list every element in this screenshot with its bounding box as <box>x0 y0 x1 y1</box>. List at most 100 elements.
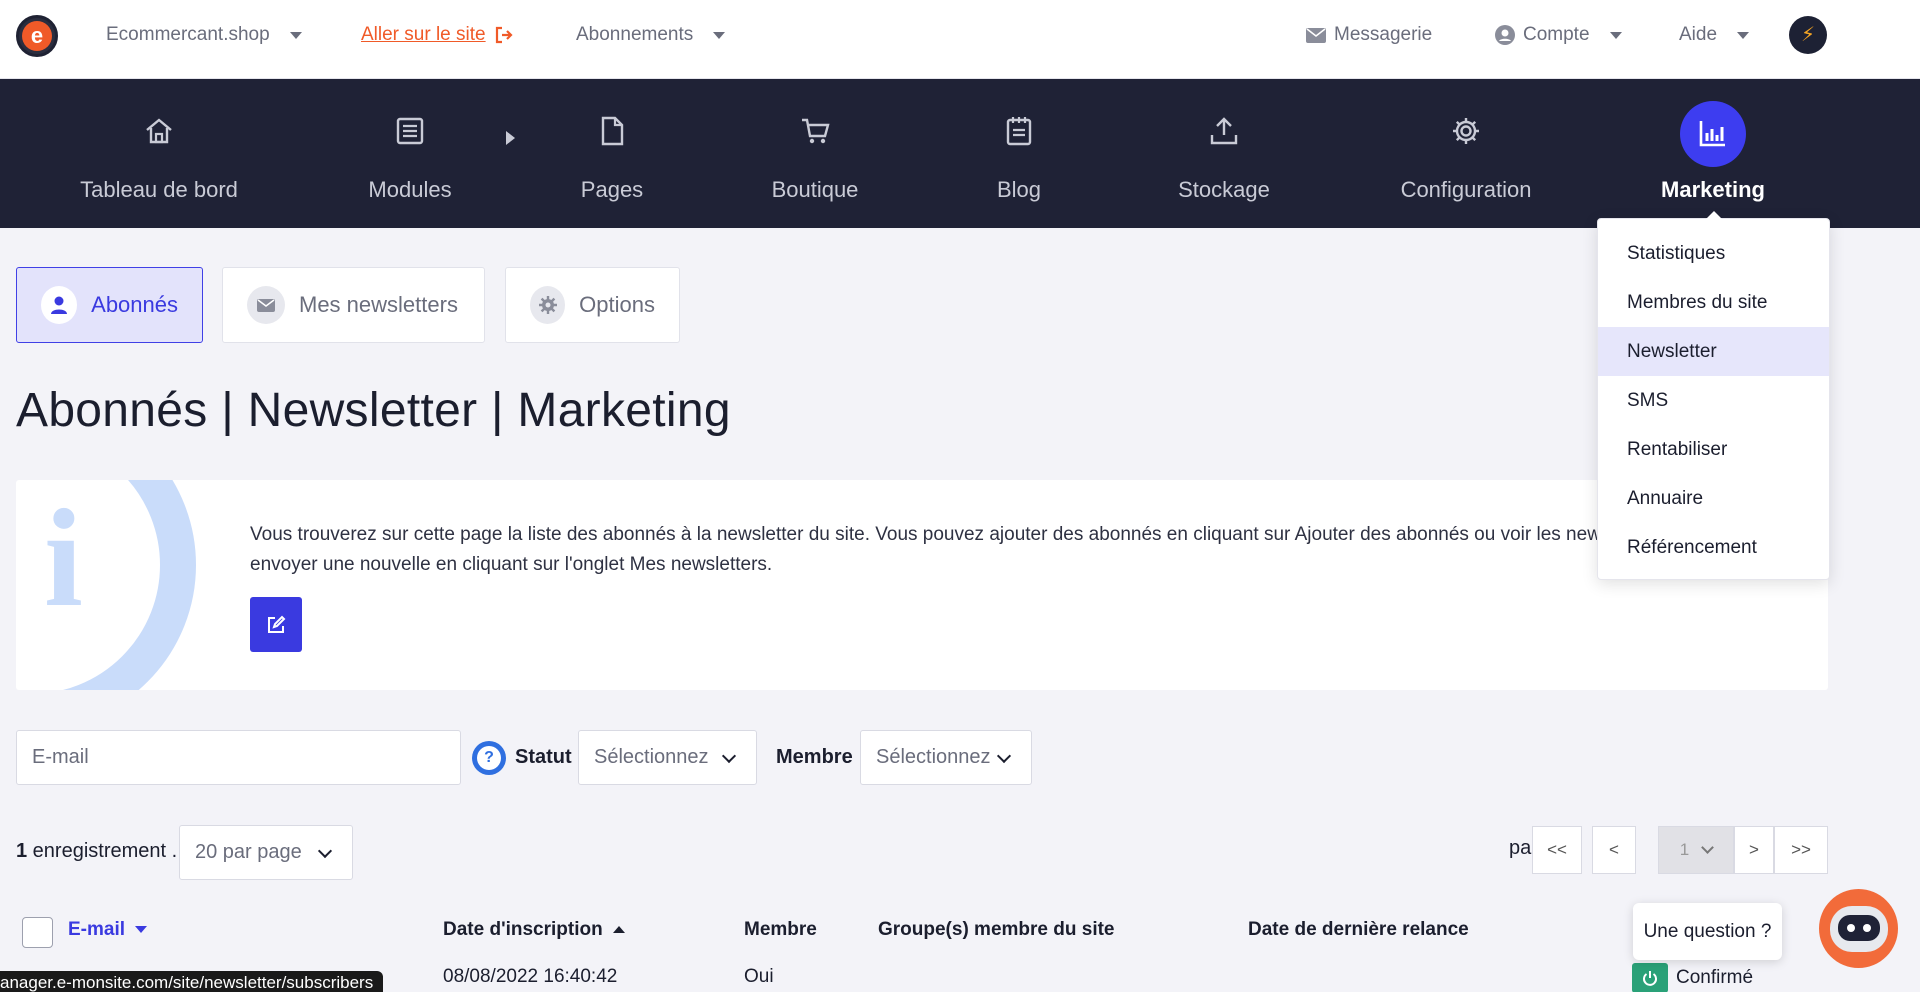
pager-last-button[interactable]: >> <box>1774 826 1828 874</box>
tab-label: Abonnés <box>91 292 178 317</box>
nav-item-modules[interactable]: Modules <box>330 79 490 228</box>
help-menu[interactable]: Aide <box>1679 24 1750 46</box>
pager-prev-button[interactable]: < <box>1592 826 1636 874</box>
site-selector-label: Ecommercant.shop <box>106 24 270 45</box>
tab-my-newsletters[interactable]: Mes newsletters <box>222 267 485 343</box>
nav-item-pages[interactable]: Pages <box>532 79 692 228</box>
home-icon <box>146 118 172 144</box>
bar-chart-icon <box>1699 121 1725 147</box>
page-icon <box>601 116 624 146</box>
nav-label: Blog <box>996 177 1042 202</box>
edit-button[interactable] <box>250 597 302 652</box>
info-ring-decoration <box>16 480 196 690</box>
notepad-icon <box>1006 117 1032 146</box>
column-header-signup-date[interactable]: Date d'inscription <box>443 919 625 941</box>
menu-item-directory[interactable]: Annuaire <box>1598 474 1829 523</box>
nav-label: Pages <box>580 177 644 202</box>
member-select-value: Sélectionnez <box>876 746 991 768</box>
chat-question-bubble[interactable]: Une question ? <box>1633 903 1782 960</box>
chevron-down-icon <box>1701 841 1715 854</box>
subscriptions-menu[interactable]: Abonnements <box>576 24 726 46</box>
pager-current-page[interactable]: 1 <box>1658 826 1734 874</box>
nav-label: Boutique <box>771 177 859 202</box>
user-circle-icon <box>1495 25 1515 45</box>
main-nav: Tableau de bord Modules Pages Boutique B… <box>0 79 1920 228</box>
email-input[interactable] <box>32 746 460 769</box>
chat-robot-icon[interactable] <box>1819 889 1898 968</box>
status-url: anager.e-monsite.com/site/newsletter/sub… <box>0 971 384 992</box>
subscriptions-label: Abonnements <box>576 24 694 45</box>
gear-icon <box>530 286 566 324</box>
chevron-right-icon <box>506 131 515 145</box>
nav-item-storage[interactable]: Stockage <box>1144 79 1304 228</box>
status-badge[interactable]: Confirmé <box>1632 963 1753 992</box>
status-select[interactable]: Sélectionnez <box>578 730 757 785</box>
nav-label: Modules <box>368 177 452 202</box>
cart-icon <box>802 118 830 144</box>
menu-item-site-members[interactable]: Membres du site <box>1598 278 1829 327</box>
nav-label: Stockage <box>1178 177 1270 202</box>
envelope-icon <box>1306 27 1326 43</box>
pager-first-button[interactable]: << <box>1532 826 1582 874</box>
record-count-number: 1 <box>16 840 28 862</box>
messages-link[interactable]: Messagerie <box>1306 24 1432 46</box>
record-count-suffix: enregistrement . <box>27 840 178 862</box>
nav-label: Marketing <box>1661 177 1765 202</box>
email-field[interactable] <box>16 730 461 785</box>
chevron-down-icon <box>289 31 302 39</box>
menu-item-statistics[interactable]: Statistiques <box>1598 229 1829 278</box>
tab-label: Options <box>579 292 655 317</box>
sort-up-icon <box>612 926 625 934</box>
site-selector[interactable]: Ecommercant.shop <box>106 24 302 46</box>
account-label: Compte <box>1523 24 1590 45</box>
sort-down-icon <box>135 926 148 934</box>
question-icon[interactable]: ? <box>472 741 506 775</box>
nav-item-marketing[interactable]: Marketing <box>1633 79 1793 228</box>
chevron-down-icon <box>317 843 333 859</box>
user-icon <box>41 286 78 324</box>
nav-item-blog[interactable]: Blog <box>939 79 1099 228</box>
row-signup-date: 08/08/2022 16:40:42 <box>443 966 618 987</box>
tab-options[interactable]: Options <box>505 267 680 343</box>
list-icon <box>396 117 424 145</box>
marketing-dropdown: Statistiques Membres du site Newsletter … <box>1597 211 1830 580</box>
per-page-select[interactable]: 20 par page <box>179 825 353 880</box>
column-header-groups: Groupe(s) membre du site <box>878 919 1115 940</box>
lightning-icon[interactable]: ⚡ <box>1789 16 1827 54</box>
status-select-value: Sélectionnez <box>594 746 709 768</box>
page-title: Abonnés | Newsletter | Marketing <box>16 384 731 437</box>
nav-item-configuration[interactable]: Configuration <box>1366 79 1566 228</box>
chevron-down-icon <box>1609 31 1622 39</box>
info-icon: i <box>44 481 83 636</box>
nav-label: Configuration <box>1400 177 1532 202</box>
pager-next-button[interactable]: > <box>1734 826 1774 874</box>
visit-site-link[interactable]: Aller sur le site <box>361 24 514 46</box>
member-select[interactable]: Sélectionnez <box>860 730 1032 785</box>
account-menu[interactable]: Compte <box>1495 24 1622 46</box>
gear-icon <box>1453 118 1479 144</box>
column-header-last-reminder: Date de dernière relance <box>1248 919 1469 940</box>
logo-icon[interactable]: e <box>16 15 58 57</box>
menu-item-monetize[interactable]: Rentabiliser <box>1598 425 1829 474</box>
visit-site-label: Aller sur le site <box>361 24 486 45</box>
tab-label: Mes newsletters <box>299 292 458 317</box>
nav-item-dashboard[interactable]: Tableau de bord <box>59 79 259 228</box>
envelope-icon <box>247 286 285 324</box>
chevron-down-icon <box>713 31 726 39</box>
menu-item-seo[interactable]: Référencement <box>1598 523 1829 572</box>
tab-subscribers[interactable]: Abonnés <box>16 267 203 343</box>
menu-item-sms[interactable]: SMS <box>1598 376 1829 425</box>
messages-label: Messagerie <box>1334 24 1433 45</box>
record-count: 1 enregistrement . <box>16 840 177 863</box>
status-label: Confirmé <box>1676 967 1754 988</box>
column-header-email[interactable]: E-mail <box>68 919 148 941</box>
menu-item-newsletter[interactable]: Newsletter <box>1598 327 1829 376</box>
power-icon <box>1632 963 1668 992</box>
external-link-icon <box>495 26 513 44</box>
chevron-down-icon <box>1737 31 1750 39</box>
select-all-checkbox[interactable] <box>22 917 53 948</box>
pager-current-label: 1 <box>1679 840 1690 859</box>
nav-item-shop[interactable]: Boutique <box>735 79 895 228</box>
chevron-down-icon <box>996 748 1012 764</box>
info-box: i Vous trouverez sur cette page la liste… <box>16 480 1828 690</box>
